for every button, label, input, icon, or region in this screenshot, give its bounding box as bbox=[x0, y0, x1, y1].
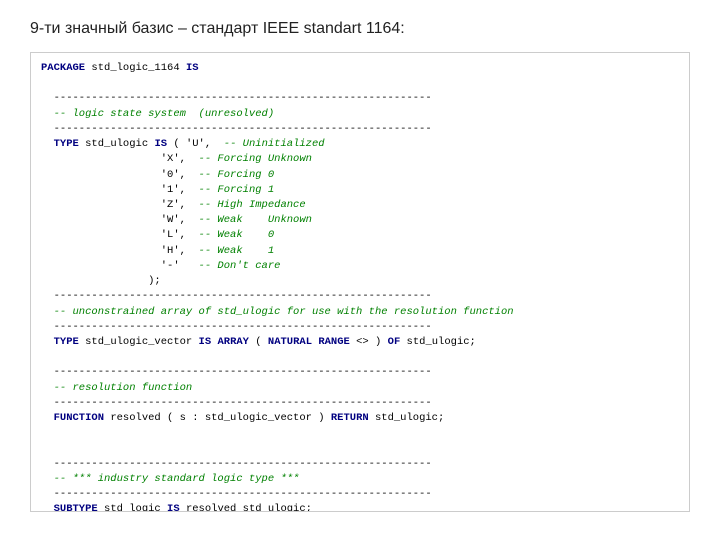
code-block: PACKAGE std_logic_1164 IS --------------… bbox=[30, 52, 690, 512]
slide-title: 9-ти значный базис – стандарт IEEE stand… bbox=[30, 20, 690, 38]
slide: 9-ти значный базис – стандарт IEEE stand… bbox=[0, 0, 720, 540]
